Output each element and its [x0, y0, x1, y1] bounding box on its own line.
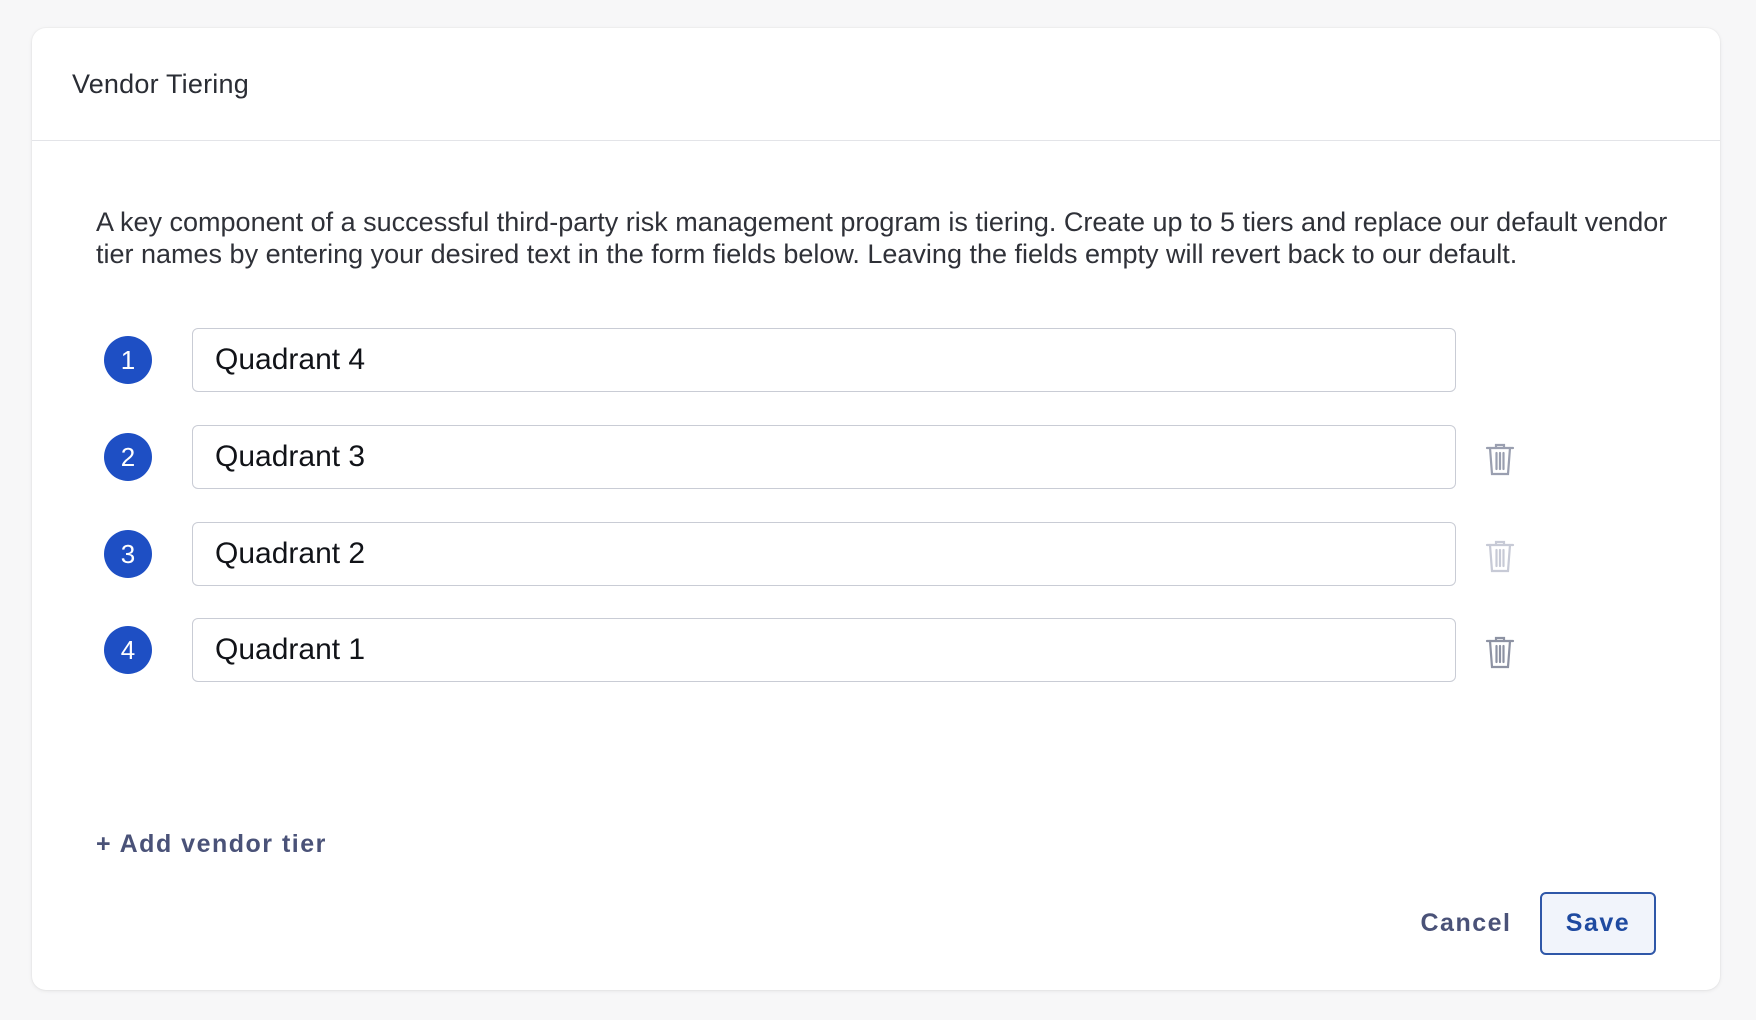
trash-icon: [1485, 636, 1515, 669]
tier-name-input[interactable]: [192, 618, 1456, 682]
trash-icon: [1485, 540, 1515, 573]
delete-tier-button[interactable]: [1484, 441, 1516, 477]
card-title: Vendor Tiering: [72, 68, 249, 99]
vendor-tiering-card: Vendor Tiering A key component of a succ…: [32, 28, 1720, 990]
trash-icon: [1485, 443, 1515, 476]
tier-number-badge: 3: [104, 530, 152, 578]
tier-name-input[interactable]: [192, 328, 1456, 392]
tier-name-input[interactable]: [192, 425, 1456, 489]
tier-row: 4: [32, 618, 1720, 682]
tier-row: 3: [32, 522, 1720, 586]
tier-name-input[interactable]: [192, 522, 1456, 586]
tier-number-badge: 2: [104, 433, 152, 481]
delete-tier-button[interactable]: [1484, 538, 1516, 574]
add-vendor-tier-button[interactable]: + Add vendor tier: [96, 830, 327, 859]
card-header: Vendor Tiering: [32, 28, 1720, 141]
tier-row: 1: [32, 328, 1720, 392]
tier-number-badge: 4: [104, 626, 152, 674]
tier-number-badge: 1: [104, 336, 152, 384]
save-button[interactable]: Save: [1540, 892, 1656, 955]
cancel-button[interactable]: Cancel: [1400, 892, 1532, 954]
tiering-description: A key component of a successful third-pa…: [96, 207, 1668, 269]
tier-row: 2: [32, 425, 1720, 489]
delete-tier-button[interactable]: [1484, 634, 1516, 670]
